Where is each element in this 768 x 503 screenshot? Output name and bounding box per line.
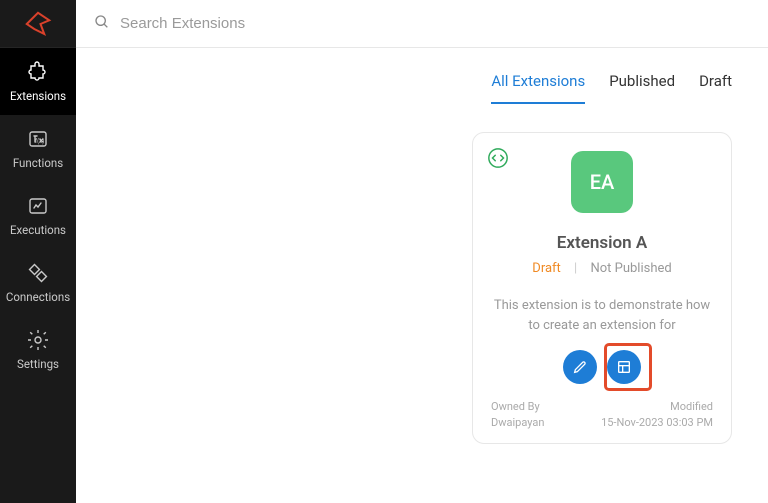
card-grid: EA Extension A Draft | Not Published Thi… — [100, 132, 744, 444]
main-area: All Extensions Published Draft EA Extens… — [76, 0, 768, 503]
tab-published[interactable]: Published — [609, 72, 675, 104]
status-row: Draft | Not Published — [491, 261, 713, 276]
app-root: Extensions f(x) Functions Executions Con… — [0, 0, 768, 503]
tab-draft[interactable]: Draft — [699, 72, 732, 104]
logo-icon — [23, 9, 53, 39]
owned-by-label: Owned By — [491, 400, 544, 413]
modified-value: 15-Nov-2023 03:03 PM — [601, 416, 713, 429]
extension-description: This extension is to demonstrate how to … — [491, 296, 713, 336]
executions-icon — [26, 194, 50, 218]
meta-modified: Modified 15-Nov-2023 03:03 PM — [601, 400, 713, 429]
tab-all-extensions[interactable]: All Extensions — [491, 72, 585, 104]
app-logo[interactable] — [0, 0, 76, 48]
topbar — [76, 0, 768, 48]
sidebar-item-settings[interactable]: Settings — [0, 316, 76, 383]
action-row — [491, 350, 713, 384]
extension-title: Extension A — [491, 233, 713, 253]
connections-icon — [26, 261, 50, 285]
sidebar-item-extensions[interactable]: Extensions — [0, 48, 76, 115]
extension-avatar: EA — [571, 151, 633, 213]
search-input[interactable] — [120, 15, 750, 32]
meta-row: Owned By Dwaipayan Modified 15-Nov-2023 … — [491, 400, 713, 429]
content: All Extensions Published Draft EA Extens… — [76, 48, 768, 503]
status-separator: | — [574, 261, 577, 276]
sidebar-label: Executions — [10, 223, 66, 237]
search-icon — [94, 14, 110, 34]
sidebar-item-connections[interactable]: Connections — [0, 249, 76, 316]
sidebar-label: Settings — [17, 357, 59, 371]
sidebar: Extensions f(x) Functions Executions Con… — [0, 0, 76, 503]
gear-icon — [26, 328, 50, 352]
modified-label: Modified — [670, 400, 713, 413]
details-button[interactable] — [607, 350, 641, 384]
sidebar-item-functions[interactable]: f(x) Functions — [0, 115, 76, 182]
code-badge-icon — [487, 147, 509, 169]
status-published: Not Published — [590, 261, 671, 276]
puzzle-icon — [26, 60, 50, 84]
pencil-icon — [572, 359, 588, 375]
sidebar-label: Connections — [6, 290, 70, 304]
grid-icon — [616, 359, 632, 375]
sidebar-label: Extensions — [10, 89, 66, 103]
status-draft: Draft — [532, 261, 561, 276]
sidebar-item-executions[interactable]: Executions — [0, 182, 76, 249]
tabs: All Extensions Published Draft — [100, 48, 744, 104]
meta-owned: Owned By Dwaipayan — [491, 400, 544, 429]
extension-card[interactable]: EA Extension A Draft | Not Published Thi… — [472, 132, 732, 444]
function-icon: f(x) — [26, 127, 50, 151]
sidebar-label: Functions — [13, 156, 63, 170]
svg-text:f(x): f(x) — [35, 138, 44, 145]
owned-by-value: Dwaipayan — [491, 416, 544, 429]
edit-button[interactable] — [563, 350, 597, 384]
